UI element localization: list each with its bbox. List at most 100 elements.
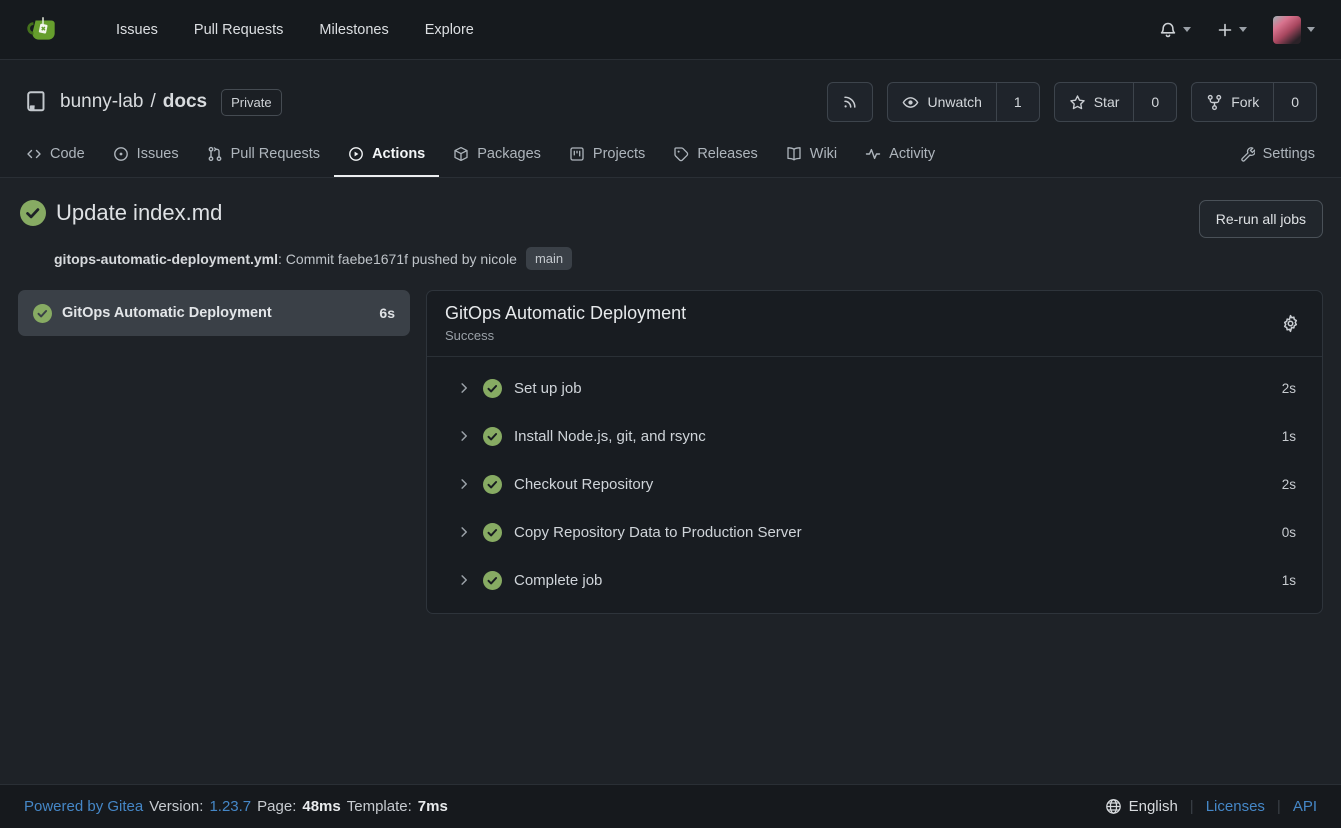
version-label: Version: xyxy=(149,798,203,815)
caret-down-icon xyxy=(1183,27,1191,32)
tab-projects[interactable]: Projects xyxy=(555,134,659,177)
gear-icon xyxy=(1281,314,1300,333)
licenses-link[interactable]: Licenses xyxy=(1206,798,1265,815)
job-settings-button[interactable] xyxy=(1277,310,1304,337)
job-status-text: Success xyxy=(445,328,686,343)
tab-wiki[interactable]: Wiki xyxy=(772,134,851,177)
tab-pull-requests[interactable]: Pull Requests xyxy=(193,134,334,177)
globe-icon xyxy=(1105,798,1122,815)
version-link[interactable]: 1.23.7 xyxy=(209,798,251,815)
project-board-icon xyxy=(569,146,585,162)
gitea-logo-icon[interactable] xyxy=(26,13,60,47)
nav-link-milestones[interactable]: Milestones xyxy=(319,22,388,38)
fork-button-group: Fork 0 xyxy=(1191,82,1317,122)
book-open-icon xyxy=(786,146,802,162)
watchers-count[interactable]: 1 xyxy=(996,83,1039,121)
tab-activity[interactable]: Activity xyxy=(851,134,949,177)
job-steps-panel: GitOps Automatic Deployment Success Set … xyxy=(426,290,1323,614)
user-menu[interactable] xyxy=(1273,16,1315,44)
step-row-checkout[interactable]: Checkout Repository 2s xyxy=(427,460,1322,508)
star-icon xyxy=(1069,94,1086,111)
footer-divider: | xyxy=(1190,798,1194,815)
step-row-setup[interactable]: Set up job 2s xyxy=(427,364,1322,412)
code-icon xyxy=(26,146,42,162)
panel-job-title: GitOps Automatic Deployment xyxy=(445,303,686,324)
caret-down-icon xyxy=(1307,27,1315,32)
tab-releases[interactable]: Releases xyxy=(659,134,771,177)
plus-icon xyxy=(1217,22,1233,38)
breadcrumb-slash: / xyxy=(150,91,155,112)
tab-issues[interactable]: Issues xyxy=(99,134,193,177)
fork-button[interactable]: Fork xyxy=(1192,83,1273,121)
tab-actions[interactable]: Actions xyxy=(334,134,439,177)
api-link[interactable]: API xyxy=(1293,798,1317,815)
chevron-right-icon xyxy=(458,430,470,442)
repo-header: bunny-lab / docs Private xyxy=(0,60,1341,178)
forks-count[interactable]: 0 xyxy=(1273,83,1316,121)
job-list-item[interactable]: GitOps Automatic Deployment 6s xyxy=(18,290,410,336)
job-success-icon xyxy=(33,304,52,323)
workflow-file-link[interactable]: gitops-automatic-deployment.yml xyxy=(54,251,278,267)
caret-down-icon xyxy=(1239,27,1247,32)
powered-by-gitea-link[interactable]: Powered by Gitea xyxy=(24,798,143,815)
commit-text: : Commit faebe1671f pushed by nicole xyxy=(278,251,517,267)
stars-count[interactable]: 0 xyxy=(1133,83,1176,121)
run-commit-info: gitops-automatic-deployment.yml: Commit … xyxy=(54,247,1323,270)
bell-icon xyxy=(1159,21,1177,39)
package-icon xyxy=(453,146,469,162)
branch-badge[interactable]: main xyxy=(526,247,572,270)
settings-tools-icon xyxy=(1239,146,1255,162)
step-duration: 0s xyxy=(1282,525,1296,540)
step-row-complete[interactable]: Complete job 1s xyxy=(427,556,1322,604)
repo-tabs: Code Issues Pull Requests Actions xyxy=(0,134,1341,178)
issue-icon xyxy=(113,146,129,162)
repo-name-link[interactable]: docs xyxy=(163,91,207,112)
top-navbar: Issues Pull Requests Milestones Explore xyxy=(0,0,1341,60)
tab-code[interactable]: Code xyxy=(12,134,99,177)
chevron-right-icon xyxy=(458,574,470,586)
step-duration: 1s xyxy=(1282,429,1296,444)
rss-icon xyxy=(842,94,858,110)
unwatch-button[interactable]: Unwatch xyxy=(888,83,995,121)
template-time-label: Template: xyxy=(347,798,412,815)
step-success-icon xyxy=(483,571,502,590)
repo-owner-link[interactable]: bunny-lab xyxy=(60,91,143,112)
step-row-copy[interactable]: Copy Repository Data to Production Serve… xyxy=(427,508,1322,556)
rerun-all-jobs-button[interactable]: Re-run all jobs xyxy=(1199,200,1323,238)
tab-packages[interactable]: Packages xyxy=(439,134,555,177)
nav-link-issues[interactable]: Issues xyxy=(116,22,158,38)
notifications-button[interactable] xyxy=(1159,21,1191,39)
star-button-group: Star 0 xyxy=(1054,82,1177,122)
step-success-icon xyxy=(483,427,502,446)
rss-feed-button[interactable] xyxy=(827,82,873,122)
chevron-right-icon xyxy=(458,478,470,490)
steps-list: Set up job 2s Install Node.js, git, and … xyxy=(427,357,1322,613)
step-duration: 1s xyxy=(1282,573,1296,588)
visibility-badge: Private xyxy=(221,89,281,116)
step-duration: 2s xyxy=(1282,381,1296,396)
create-new-button[interactable] xyxy=(1217,22,1247,38)
page-time-value: 48ms xyxy=(302,798,340,815)
tab-settings[interactable]: Settings xyxy=(1225,134,1329,177)
repo-icon xyxy=(24,90,48,114)
avatar xyxy=(1273,16,1301,44)
step-duration: 2s xyxy=(1282,477,1296,492)
step-row-install[interactable]: Install Node.js, git, and rsync 1s xyxy=(427,412,1322,460)
pulse-icon xyxy=(865,146,881,162)
watch-button-group: Unwatch 1 xyxy=(887,82,1039,122)
language-selector[interactable]: English xyxy=(1105,798,1178,815)
tag-icon xyxy=(673,146,689,162)
nav-link-pull-requests[interactable]: Pull Requests xyxy=(194,22,283,38)
actions-play-icon xyxy=(348,146,364,162)
jobs-sidebar: GitOps Automatic Deployment 6s xyxy=(18,290,410,336)
job-name: GitOps Automatic Deployment xyxy=(62,305,369,321)
footer-divider: | xyxy=(1277,798,1281,815)
page-footer: Powered by Gitea Version: 1.23.7 Page: 4… xyxy=(0,784,1341,828)
star-button[interactable]: Star xyxy=(1055,83,1134,121)
chevron-right-icon xyxy=(458,526,470,538)
job-duration: 6s xyxy=(379,305,395,321)
page-time-label: Page: xyxy=(257,798,296,815)
actions-run-view: Update index.md Re-run all jobs gitops-a… xyxy=(0,178,1341,614)
nav-link-explore[interactable]: Explore xyxy=(425,22,474,38)
run-title: Update index.md xyxy=(56,200,222,226)
